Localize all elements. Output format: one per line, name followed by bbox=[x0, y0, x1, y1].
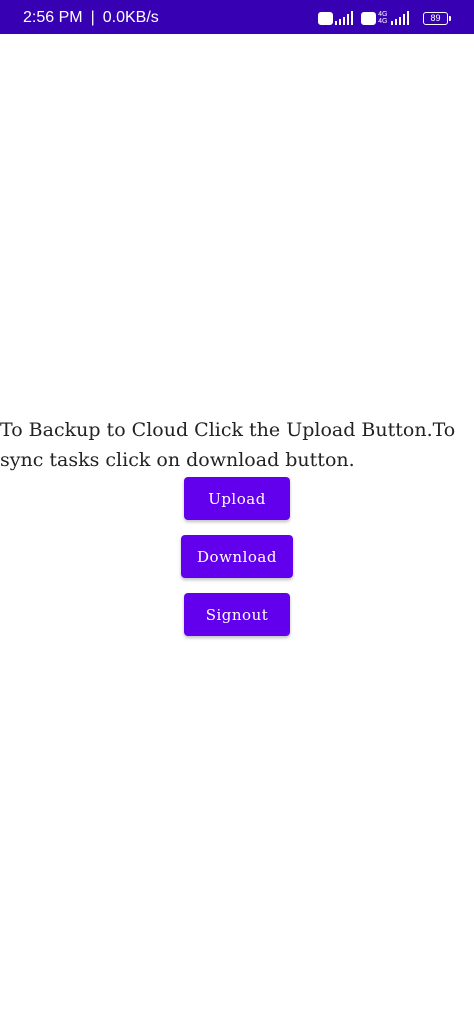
network-type-bottom: 4G bbox=[378, 18, 388, 25]
battery-icon: 89 bbox=[423, 11, 451, 25]
status-net-speed: 0.0KB/s bbox=[102, 9, 159, 26]
network-type-indicator: 4G 4G bbox=[378, 11, 387, 25]
volte-icon bbox=[317, 11, 333, 25]
download-button[interactable]: Download bbox=[181, 535, 293, 578]
signout-button[interactable]: Signout bbox=[184, 593, 290, 636]
battery-level: 89 bbox=[430, 12, 441, 23]
status-left: 2:56 PM | 0.0KB/s bbox=[23, 9, 159, 27]
volte-icon-2 bbox=[361, 11, 377, 25]
status-time: 2:56 PM bbox=[23, 9, 83, 26]
signal-strength-icon-2 bbox=[390, 11, 409, 25]
status-separator: | bbox=[90, 9, 95, 26]
network-type-top: 4G bbox=[378, 11, 388, 18]
status-bar: 2:56 PM | 0.0KB/s 4G 4G 89 bbox=[0, 0, 474, 34]
instruction-text: To Backup to Cloud Click the Upload Butt… bbox=[0, 419, 456, 471]
upload-button[interactable]: Upload bbox=[184, 477, 290, 520]
status-icons: 4G 4G 89 bbox=[317, 9, 451, 27]
signal-strength-icon bbox=[334, 11, 354, 25]
